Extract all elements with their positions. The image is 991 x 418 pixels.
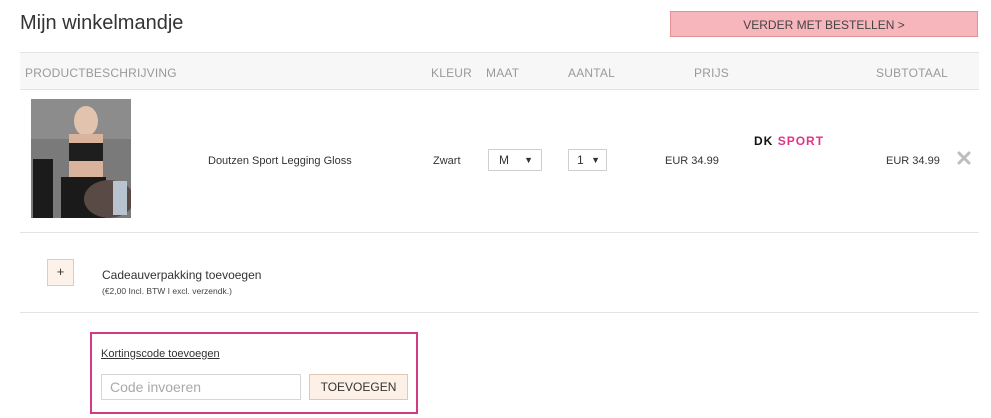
close-icon[interactable] bbox=[956, 150, 972, 166]
header-size: MAAT bbox=[486, 66, 520, 80]
header-price: PRIJS bbox=[694, 66, 730, 80]
quantity-select[interactable]: 1 ▼ bbox=[568, 149, 607, 171]
checkout-button[interactable]: VERDER MET BESTELLEN > bbox=[670, 11, 978, 37]
coupon-highlight-box bbox=[90, 332, 418, 414]
product-photo-icon[interactable] bbox=[31, 99, 131, 218]
add-coupon-link[interactable]: Kortingscode toevoegen bbox=[101, 348, 220, 360]
chevron-down-icon: ▼ bbox=[591, 155, 600, 165]
gift-wrap-note: (€2,00 Incl. BTW I excl. verzendk.) bbox=[102, 286, 232, 296]
product-price: EUR 34.99 bbox=[665, 155, 719, 167]
quantity-value: 1 bbox=[577, 153, 584, 167]
product-subtotal: EUR 34.99 bbox=[886, 155, 940, 167]
brand-part-2: SPORT bbox=[777, 134, 825, 148]
size-value: M bbox=[499, 153, 509, 167]
add-gift-wrap-button[interactable]: + bbox=[47, 259, 74, 286]
coupon-input[interactable] bbox=[101, 374, 301, 400]
apply-coupon-button[interactable]: TOEVOEGEN bbox=[309, 374, 408, 400]
size-select[interactable]: M ▼ bbox=[488, 149, 542, 171]
row-divider bbox=[20, 232, 979, 233]
header-description: PRODUCTBESCHRIJVING bbox=[25, 66, 177, 80]
brand-logo: DK SPORT bbox=[754, 134, 824, 148]
product-name[interactable]: Doutzen Sport Legging Gloss bbox=[208, 155, 352, 167]
page-title: Mijn winkelmandje bbox=[20, 12, 184, 34]
header-subtotal: SUBTOTAAL bbox=[876, 66, 949, 80]
gift-wrap-title: Cadeauverpakking toevoegen bbox=[102, 268, 262, 282]
header-color: KLEUR bbox=[431, 66, 473, 80]
product-color: Zwart bbox=[433, 155, 461, 167]
chevron-down-icon: ▼ bbox=[524, 155, 533, 165]
header-quantity: AANTAL bbox=[568, 66, 615, 80]
header-bottom-divider bbox=[20, 89, 979, 90]
gift-divider bbox=[20, 312, 979, 313]
brand-part-1: DK bbox=[754, 134, 774, 148]
